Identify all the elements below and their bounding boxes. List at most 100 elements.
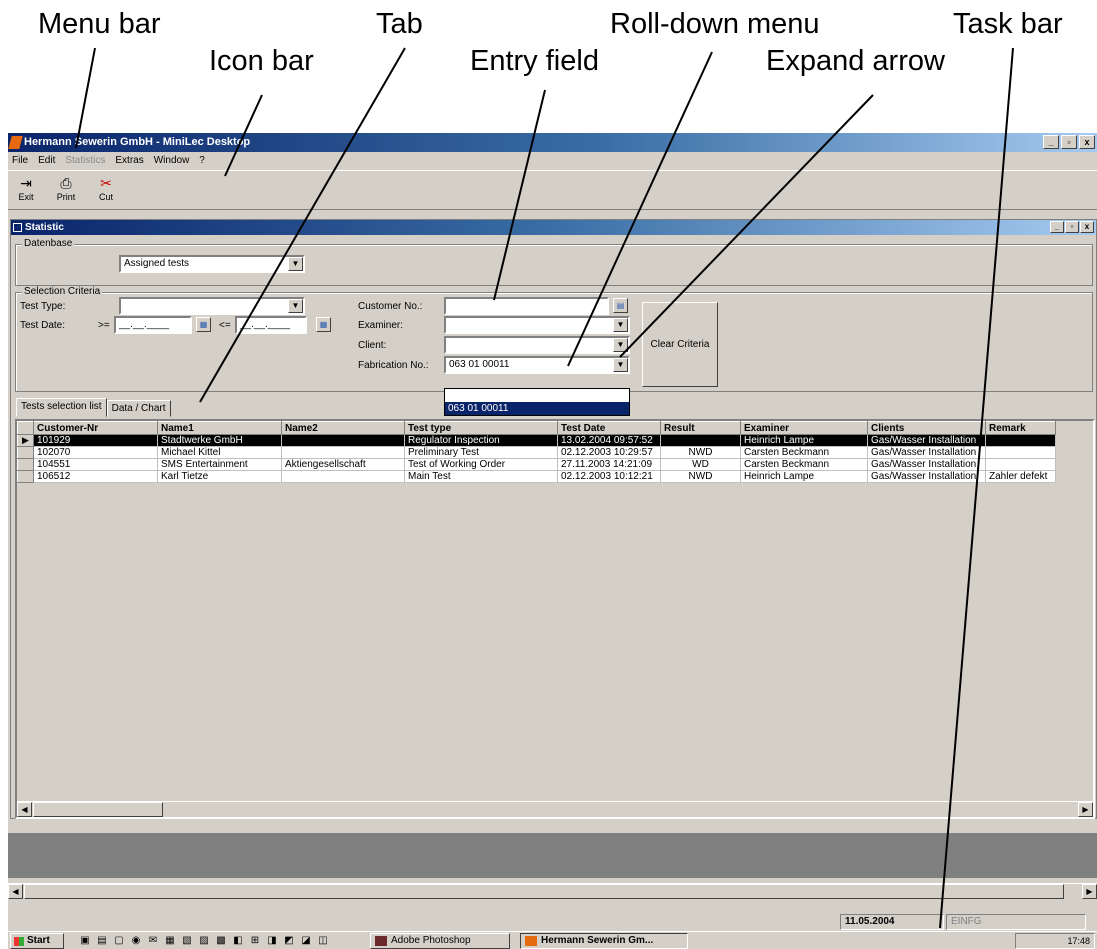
clock: 17:48 [1067,936,1090,946]
desktop-icon[interactable]: ▣ [78,934,92,947]
browser-icon[interactable]: ◉ [129,934,143,947]
cell: Zahler defekt [985,470,1056,483]
app-icon[interactable]: ◧ [231,934,245,947]
col-header[interactable]: Clients [867,421,986,435]
chevron-down-icon[interactable]: ▼ [613,338,628,352]
chevron-down-icon[interactable]: ▼ [288,299,303,313]
menu-edit[interactable]: Edit [38,153,55,169]
col-header[interactable]: Customer-Nr [33,421,158,435]
system-tray: 17:48 [1015,933,1095,949]
tab-data-chart[interactable]: Data / Chart [106,400,171,417]
expand-arrow-icon[interactable]: ▼ [613,358,628,372]
scroll-left-icon[interactable]: ◀ [17,802,32,817]
child-close-button[interactable]: x [1080,221,1094,233]
database-select[interactable]: Assigned tests ▼ [119,255,305,273]
scroll-right-icon[interactable]: ▶ [1078,802,1093,817]
col-header[interactable]: Name2 [281,421,405,435]
app-titlebar[interactable]: Hermann Sewerin GmbH - MiniLec Desktop _… [8,133,1097,152]
table-row[interactable]: 106512 Karl Tietze Main Test 02.12.2003 … [17,470,1056,483]
clear-criteria-button[interactable]: Clear Criteria [642,302,718,387]
col-header[interactable]: Name1 [157,421,282,435]
cell: 106512 [33,470,158,483]
table-row[interactable]: 104551 SMS Entertainment Aktiengesellsch… [17,458,1056,471]
fabrication-select[interactable]: 063 01 00011 ▼ [444,356,630,374]
table-row[interactable]: 102070 Michael Kittel Preliminary Test 0… [17,446,1056,459]
chevron-down-icon[interactable]: ▼ [288,257,303,271]
word-icon[interactable]: ▦ [163,934,177,947]
col-header[interactable]: Test type [404,421,558,435]
client-select[interactable]: ▼ [444,336,630,354]
print-button[interactable]: ⎙ Print [52,174,80,209]
app-icon[interactable]: ▨ [197,934,211,947]
scroll-left-icon[interactable]: ◀ [8,884,23,899]
date-to-field[interactable]: __.__.____ [235,316,307,334]
annotation-roll-down-menu: Roll-down menu [610,8,820,40]
calendar-icon[interactable]: ▦ [316,317,331,332]
quick-launch: ▣ ▤ ▢ ◉ ✉ ▦ ▧ ▨ ▩ ◧ ⊞ ◨ ◩ ◪ ◫ [78,934,330,947]
menu-window[interactable]: Window [154,153,190,169]
grid-horizontal-scrollbar[interactable]: ◀ ▶ [17,801,1093,817]
tab-selection-list[interactable]: Tests selection list [16,398,107,417]
maximize-button[interactable]: ▫ [1061,135,1077,149]
menu-help[interactable]: ? [199,153,205,169]
scroll-right-icon[interactable]: ▶ [1082,884,1097,899]
app-icon[interactable]: ◪ [299,934,313,947]
taskbar-minilec[interactable]: Hermann Sewerin Gm... [520,932,688,949]
close-button[interactable]: x [1079,135,1095,149]
fabrication-dropdown-list[interactable]: 063 01 00011 [444,388,630,416]
taskbar-photoshop[interactable]: Adobe Photoshop [370,932,510,949]
app-icon[interactable]: ◨ [265,934,279,947]
exit-button[interactable]: ⇥ Exit [12,174,40,209]
col-header[interactable]: Result [660,421,741,435]
scroll-thumb[interactable] [24,884,1064,899]
clear-criteria-label: Clear Criteria [650,339,710,350]
menu-file[interactable]: File [12,153,28,169]
date-from-field[interactable]: __.__.____ [114,316,192,334]
child-minimize-button[interactable]: _ [1050,221,1064,233]
date-to-placeholder: __.__.____ [240,319,291,330]
customer-field[interactable] [444,297,609,315]
col-header[interactable]: Remark [985,421,1056,435]
taskbar-photoshop-label: Adobe Photoshop [391,934,471,946]
cell: 27.11.2003 14:21:09 [557,458,661,471]
cell: 02.12.2003 10:29:57 [557,446,661,459]
menu-extras[interactable]: Extras [115,153,143,169]
dropdown-option[interactable]: 063 01 00011 [445,402,629,415]
app-icon[interactable]: ◩ [282,934,296,947]
main-horizontal-scrollbar[interactable]: ◀ ▶ [8,883,1097,899]
test-type-select[interactable]: ▼ [119,297,305,315]
app-icon[interactable]: ▧ [180,934,194,947]
cut-button[interactable]: ✂ Cut [92,174,120,209]
statistic-titlebar[interactable]: Statistic _ ▫ x [11,220,1096,235]
folder-icon[interactable]: ▤ [95,934,109,947]
app-icon[interactable]: ▩ [214,934,228,947]
document-icon[interactable]: ▢ [112,934,126,947]
lookup-icon[interactable]: ▤ [613,298,628,313]
calendar-icon[interactable]: ▦ [196,317,211,332]
examiner-label: Examiner: [358,320,404,331]
examiner-select[interactable]: ▼ [444,316,630,334]
col-header[interactable]: Test Date [557,421,661,435]
cell: WD [660,458,741,471]
start-label: Start [27,934,50,946]
results-grid: Customer-Nr Name1 Name2 Test type Test D… [15,419,1095,819]
cell: Gas/Wasser Installation [867,434,986,447]
cell [281,446,405,459]
app-icon[interactable]: ◫ [316,934,330,947]
cell: Heinrich Lampe [740,434,868,447]
chevron-down-icon[interactable]: ▼ [613,318,628,332]
start-button[interactable]: Start [10,932,64,949]
cell: NWD [660,470,741,483]
menu-statistics[interactable]: Statistics [65,153,105,169]
cell [281,470,405,483]
network-icon[interactable]: ⊞ [248,934,262,947]
cell: Preliminary Test [404,446,558,459]
row-indicator [17,458,34,471]
scroll-thumb[interactable] [33,802,163,817]
table-row[interactable]: ▶ 101929 Stadtwerke GmbH Regulator Inspe… [17,434,1056,447]
child-restore-button[interactable]: ▫ [1065,221,1079,233]
mail-icon[interactable]: ✉ [146,934,160,947]
col-header[interactable]: Examiner [740,421,868,435]
database-value: Assigned tests [124,258,190,269]
minimize-button[interactable]: _ [1043,135,1059,149]
